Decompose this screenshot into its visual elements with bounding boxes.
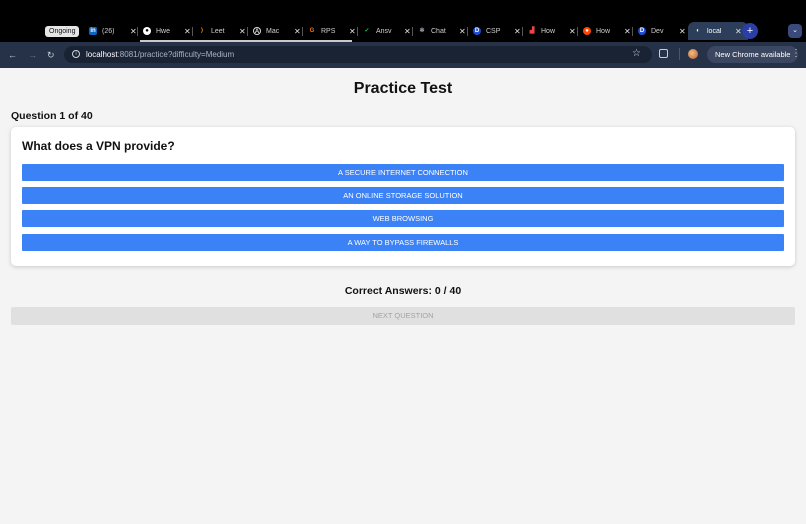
ongoing-badge[interactable]: Ongoing <box>45 26 80 37</box>
tab-answer[interactable]: ✓ Ansv ✕ <box>363 24 411 38</box>
chart-icon: ▟ <box>529 28 535 34</box>
close-icon[interactable]: ✕ <box>459 27 466 36</box>
close-icon[interactable]: ✕ <box>679 27 686 36</box>
score-counter: Correct Answers: 0 / 40 <box>344 285 462 297</box>
tab-separator <box>632 27 633 36</box>
close-icon[interactable]: ✕ <box>514 27 521 36</box>
g-icon: G <box>309 28 315 34</box>
tab-separator <box>192 27 193 36</box>
localhost-icon: ◐ <box>696 28 700 34</box>
answer-icon: ✓ <box>364 28 370 34</box>
toolbar-separator <box>679 48 680 60</box>
url-text[interactable]: localhost:8081/practice?difficulty=Mediu… <box>86 49 234 60</box>
tab-separator <box>357 27 358 36</box>
chrome-update-button[interactable]: New Chrome available <box>707 46 799 63</box>
tab-separator <box>522 27 523 36</box>
tab-title: (26) <box>102 27 115 35</box>
tab-title: Hwe <box>156 27 171 35</box>
tab-title: How <box>596 27 611 35</box>
tab-title: How <box>541 27 556 35</box>
kebab-menu-icon[interactable]: ⋮ <box>791 48 801 60</box>
tab-localhost[interactable]: ◐ local ✕ <box>688 22 748 40</box>
answer-option-1[interactable]: A SECURE INTERNET CONNECTION <box>22 164 784 181</box>
answer-option-2[interactable]: AN ONLINE STORAGE SOLUTION <box>22 187 784 204</box>
back-arrow-icon[interactable]: ← <box>8 49 17 61</box>
tab-github[interactable]: ● Hwe ✕ <box>143 24 191 38</box>
close-icon[interactable]: ✕ <box>349 27 356 36</box>
close-icon[interactable]: ✕ <box>239 27 246 36</box>
tab-search-button[interactable]: ⌄ <box>788 24 802 38</box>
close-icon[interactable]: ✕ <box>130 27 137 36</box>
close-icon[interactable]: ✕ <box>735 27 742 36</box>
forward-arrow-icon[interactable]: → <box>28 49 37 61</box>
close-icon[interactable]: ✕ <box>624 27 631 36</box>
linkedin-icon: in <box>89 27 97 35</box>
tab-title: local <box>707 27 722 35</box>
tab-title: Leet <box>211 27 225 35</box>
tab-rps[interactable]: G RPS ✕ <box>308 24 356 38</box>
reload-icon[interactable]: ↻ <box>47 49 55 61</box>
tab-separator <box>137 27 138 36</box>
new-tab-button[interactable]: + <box>742 23 758 39</box>
tab-how-1[interactable]: ▟ How ✕ <box>528 24 576 38</box>
tab-title: Ansv <box>376 27 392 35</box>
next-question-button[interactable]: NEXT QUESTION <box>11 307 795 325</box>
tab-separator <box>467 27 468 36</box>
question-counter: Question 1 of 40 <box>11 110 93 122</box>
tab-separator <box>577 27 578 36</box>
tab-leetcode[interactable]: ⟩ Leet ✕ <box>198 24 246 38</box>
chatgpt-icon: ✻ <box>419 28 425 34</box>
tab-how-2[interactable]: ● How ✕ <box>583 24 631 38</box>
url-path: :8081/practice?difficulty=Medium <box>117 50 235 59</box>
a-icon: A <box>253 27 261 35</box>
profile-avatar-icon[interactable] <box>688 49 698 59</box>
tab-title: RPS <box>321 27 336 35</box>
tab-separator <box>302 27 303 36</box>
tab-title: Chat <box>431 27 446 35</box>
close-icon[interactable]: ✕ <box>294 27 301 36</box>
question-text: What does a VPN provide? <box>22 139 175 153</box>
tab-separator <box>247 27 248 36</box>
page-title: Practice Test <box>353 80 453 97</box>
tab-dev[interactable]: D Dev ✕ <box>638 24 686 38</box>
close-icon[interactable]: ✕ <box>569 27 576 36</box>
answer-option-3[interactable]: WEB BROWSING <box>22 210 784 227</box>
bookmark-star-icon[interactable]: ☆ <box>632 48 641 60</box>
site-info-icon[interactable]: i <box>72 50 80 58</box>
close-icon[interactable]: ✕ <box>404 27 411 36</box>
close-icon[interactable]: ✕ <box>184 27 191 36</box>
answer-option-4[interactable]: A WAY TO BYPASS FIREWALLS <box>22 234 784 251</box>
d-icon: D <box>638 27 646 35</box>
extensions-icon[interactable] <box>659 49 668 58</box>
tab-csp[interactable]: D CSP ✕ <box>473 24 521 38</box>
question-card: What does a VPN provide? A SECURE INTERN… <box>11 127 795 266</box>
url-host: localhost <box>86 50 118 59</box>
tab-title: Dev <box>651 27 664 35</box>
reddit-icon: ● <box>583 27 591 35</box>
tab-title: Mac <box>266 27 280 35</box>
leetcode-icon: ⟩ <box>200 28 204 34</box>
tab-linkedin[interactable]: in (26) ✕ <box>89 24 137 38</box>
tab-mac[interactable]: A Mac ✕ <box>253 24 301 38</box>
tab-separator <box>412 27 413 36</box>
tab-chat[interactable]: ✻ Chat ✕ <box>418 24 466 38</box>
d-icon: D <box>473 27 481 35</box>
github-icon: ● <box>143 27 151 35</box>
tab-title: CSP <box>486 27 501 35</box>
